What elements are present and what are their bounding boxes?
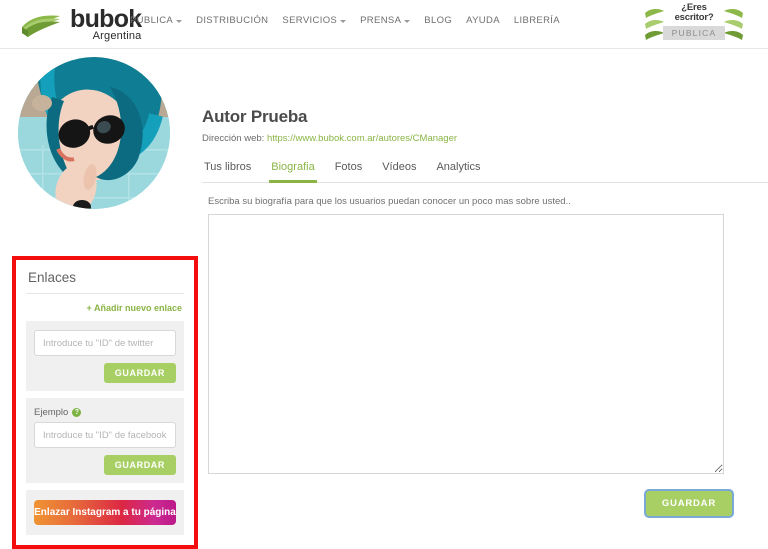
nav-label: SERVICIOS [282, 15, 338, 26]
link-row-facebook: Ejemplo ? GUARDAR [26, 398, 184, 483]
enlaces-panel-inner: Enlaces + Añadir nuevo enlace GUARDAR Ej… [16, 260, 194, 545]
facebook-save-row: GUARDAR [34, 455, 176, 475]
instagram-block: Enlazar Instagram a tu página [26, 490, 184, 535]
twitter-save-row: GUARDAR [34, 363, 176, 383]
tab-biografia[interactable]: Biografia [269, 161, 317, 183]
link-row-twitter: GUARDAR [26, 321, 184, 391]
page-body: Enlaces + Añadir nuevo enlace GUARDAR Ej… [0, 49, 768, 549]
chevron-down-icon [404, 20, 411, 23]
tab-videos[interactable]: Vídeos [380, 161, 418, 183]
web-address-label: Dirección web: [202, 133, 265, 144]
add-new-link[interactable]: + Añadir nuevo enlace [87, 303, 182, 313]
twitter-id-input[interactable] [34, 330, 176, 356]
nav-item-blog[interactable]: BLOG [424, 15, 452, 26]
facebook-field-label: Ejemplo [34, 407, 69, 418]
nav-label: LIBRERÍA [513, 15, 560, 26]
link-instagram-button[interactable]: Enlazar Instagram a tu página [34, 500, 176, 525]
add-link-row: + Añadir nuevo enlace [26, 294, 184, 321]
main-column: Autor Prueba Dirección web: https://www.… [200, 49, 768, 516]
facebook-save-button[interactable]: GUARDAR [103, 455, 176, 475]
twitter-save-button[interactable]: GUARDAR [103, 363, 176, 383]
writer-publish-button[interactable]: PUBLICA [662, 26, 726, 40]
profile-tabs: Tus libros Biografia Fotos Vídeos Analyt… [202, 161, 768, 183]
nav-label: AYUDA [466, 15, 500, 26]
biography-textarea[interactable] [208, 214, 724, 474]
enlaces-panel: Enlaces + Añadir nuevo enlace GUARDAR Ej… [12, 256, 198, 549]
nav-label: DISTRIBUCIÓN [196, 15, 269, 26]
book-stack-icon [20, 9, 64, 39]
nav-item-prensa[interactable]: PRENSA [360, 15, 411, 26]
tab-analytics[interactable]: Analytics [434, 161, 482, 183]
main-navigation: PUBLICA DISTRIBUCIÓN SERVICIOS PRENSA BL… [130, 15, 560, 26]
site-header: bubok Argentina PUBLICA DISTRIBUCIÓN SER… [0, 0, 768, 49]
tab-tus-libros[interactable]: Tus libros [202, 161, 253, 183]
biography-save-row: GUARDAR [208, 491, 732, 516]
nav-item-distribucion[interactable]: DISTRIBUCIÓN [196, 15, 268, 26]
chevron-down-icon [176, 20, 183, 23]
facebook-field-label-wrap: Ejemplo ? [34, 407, 176, 418]
nav-label: BLOG [424, 15, 453, 26]
writer-cta-badge[interactable]: ¿Eres escritor? PUBLICA [642, 3, 746, 45]
brand-logo[interactable]: bubok Argentina [20, 4, 142, 44]
avatar[interactable] [18, 57, 170, 209]
web-address-link[interactable]: https://www.bubok.com.ar/autores/CManage… [267, 133, 457, 144]
nav-item-publica[interactable]: PUBLICA [130, 15, 183, 26]
page-title: Autor Prueba [202, 107, 308, 126]
biography-save-button[interactable]: GUARDAR [645, 491, 732, 516]
nav-label: PUBLICA [130, 15, 174, 26]
tab-fotos[interactable]: Fotos [333, 161, 365, 183]
nav-item-ayuda[interactable]: AYUDA [466, 15, 500, 26]
help-icon[interactable]: ? [72, 408, 82, 417]
enlaces-title: Enlaces [26, 268, 184, 294]
writer-badge-line2: escritor? [674, 12, 714, 23]
chevron-down-icon [340, 20, 347, 23]
nav-label: PRENSA [360, 15, 402, 26]
facebook-id-input[interactable] [34, 422, 176, 448]
biography-hint: Escriba su biografía para que los usuari… [208, 196, 571, 207]
nav-item-servicios[interactable]: SERVICIOS [282, 15, 347, 26]
web-address-row: Dirección web: https://www.bubok.com.ar/… [202, 133, 768, 144]
nav-item-libreria[interactable]: LIBRERÍA [514, 15, 560, 26]
